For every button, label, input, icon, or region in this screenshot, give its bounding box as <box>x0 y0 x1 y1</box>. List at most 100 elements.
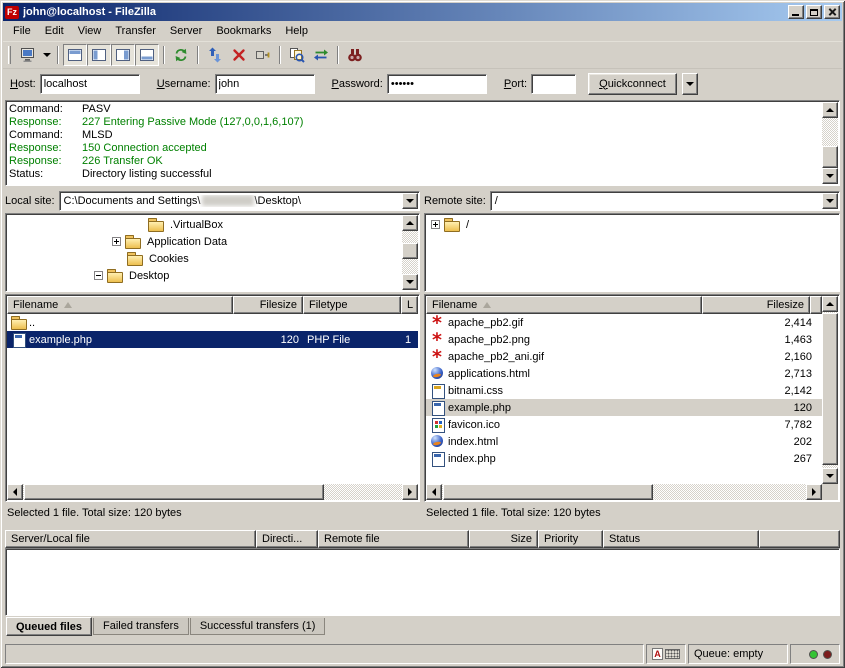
tab-queued-files[interactable]: Queued files <box>6 617 92 636</box>
remote-site-label: Remote site: <box>424 195 486 207</box>
toggle-local-tree-button[interactable] <box>87 44 111 66</box>
directory-comparison-button[interactable] <box>285 44 309 66</box>
password-input[interactable] <box>387 74 487 94</box>
file-row[interactable]: favicon.ico 7,782 <box>426 416 822 433</box>
close-button[interactable] <box>824 5 840 19</box>
port-input[interactable] <box>531 74 576 94</box>
log-scrollbar[interactable] <box>822 102 838 184</box>
host-input[interactable] <box>40 74 140 94</box>
window-title: john@localhost - FileZilla <box>23 6 784 18</box>
minimize-button[interactable] <box>788 5 804 19</box>
file-row-selected[interactable]: example.php 120 <box>426 399 822 416</box>
tree-item[interactable]: Cookies <box>8 250 417 267</box>
menu-bookmarks[interactable]: Bookmarks <box>209 23 278 39</box>
process-queue-button[interactable] <box>203 44 227 66</box>
file-row[interactable]: apache_pb2.gif 2,414 <box>426 314 822 331</box>
menu-server[interactable]: Server <box>163 23 209 39</box>
column-header-lastmodified[interactable]: L <box>401 296 418 314</box>
tab-successful-transfers[interactable]: Successful transfers (1) <box>190 618 326 635</box>
column-header-priority[interactable]: Priority <box>538 530 603 548</box>
column-header-direction[interactable]: Directi... <box>256 530 318 548</box>
quickconnect-button[interactable]: Quickconnect <box>588 73 677 95</box>
file-row[interactable]: apache_pb2.png 1,463 <box>426 331 822 348</box>
filezilla-window: john@localhost - FileZilla File Edit Vie… <box>0 0 845 668</box>
port-label: Port: <box>504 78 527 90</box>
local-site-label: Local site: <box>5 195 55 207</box>
arrow-left-icon <box>432 488 436 496</box>
scroll-right-button[interactable] <box>402 484 418 500</box>
scroll-down-button[interactable] <box>402 274 418 290</box>
menu-file[interactable]: File <box>6 23 38 39</box>
toggle-message-log-button[interactable] <box>63 44 87 66</box>
filesize-cell: 2,160 <box>706 348 816 365</box>
collapse-icon[interactable] <box>94 271 103 280</box>
menu-edit[interactable]: Edit <box>38 23 71 39</box>
remote-site-dropdown-button[interactable] <box>822 193 838 209</box>
refresh-button[interactable] <box>169 44 193 66</box>
scroll-thumb[interactable] <box>822 313 838 465</box>
tab-failed-transfers[interactable]: Failed transfers <box>93 618 189 635</box>
expand-icon[interactable] <box>112 237 121 246</box>
remote-site-combo[interactable]: / <box>490 191 840 211</box>
maximize-button[interactable] <box>806 5 822 19</box>
find-files-button[interactable] <box>343 44 367 66</box>
menu-view[interactable]: View <box>71 23 109 39</box>
arrow-down-icon <box>406 280 414 284</box>
scroll-up-button[interactable] <box>402 215 418 231</box>
tree-item[interactable]: / <box>427 216 837 233</box>
file-row[interactable]: index.php 267 <box>426 450 822 467</box>
remote-vertical-scrollbar[interactable] <box>822 296 838 484</box>
tree-item[interactable]: .VirtualBox <box>8 216 417 233</box>
column-header-server-local-file[interactable]: Server/Local file <box>5 530 256 548</box>
column-header-filename[interactable]: Filename <box>426 296 702 314</box>
cancel-button[interactable] <box>227 44 251 66</box>
scroll-up-button[interactable] <box>822 296 838 312</box>
titlebar[interactable]: john@localhost - FileZilla <box>3 3 842 21</box>
site-manager-button[interactable] <box>16 44 40 66</box>
log-line: Response:226 Transfer OK <box>9 155 819 168</box>
username-input[interactable] <box>215 74 315 94</box>
local-horizontal-scrollbar[interactable] <box>7 484 418 500</box>
quickconnect-dropdown-button[interactable] <box>682 73 698 95</box>
tree-item[interactable]: Desktop <box>8 267 417 284</box>
scroll-down-button[interactable] <box>822 468 838 484</box>
scroll-down-button[interactable] <box>822 168 838 184</box>
column-header-filesize[interactable]: Filesize <box>702 296 810 314</box>
column-header-status[interactable]: Status <box>603 530 759 548</box>
remote-horizontal-scrollbar[interactable] <box>426 484 822 500</box>
scroll-thumb[interactable] <box>822 146 838 168</box>
file-row[interactable]: apache_pb2_ani.gif 2,160 <box>426 348 822 365</box>
activity-panel <box>790 644 840 664</box>
local-site-combo[interactable]: C:\Documents and Settings\\Desktop\ <box>59 191 420 211</box>
file-row-selected[interactable]: example.php 120 PHP File 1 <box>7 331 418 348</box>
menu-help[interactable]: Help <box>278 23 315 39</box>
column-header-filesize[interactable]: Filesize <box>233 296 303 314</box>
toggle-remote-tree-button[interactable] <box>111 44 135 66</box>
synchronized-browsing-button[interactable] <box>309 44 333 66</box>
tree-item[interactable]: Application Data <box>8 233 417 250</box>
column-header-remote-file[interactable]: Remote file <box>318 530 469 548</box>
toggle-transfer-queue-button[interactable] <box>135 44 159 66</box>
scroll-thumb[interactable] <box>402 243 418 259</box>
scroll-left-button[interactable] <box>426 484 442 500</box>
column-header-filetype[interactable]: Filetype <box>303 296 401 314</box>
site-manager-dropdown-button[interactable] <box>40 44 53 66</box>
menu-transfer[interactable]: Transfer <box>108 23 163 39</box>
expand-icon[interactable] <box>431 220 440 229</box>
column-header-filename[interactable]: Filename <box>7 296 233 314</box>
column-header-size[interactable]: Size <box>469 530 538 548</box>
remote-tree-icon <box>115 47 131 63</box>
local-tree-scrollbar[interactable] <box>402 215 418 290</box>
scroll-left-button[interactable] <box>7 484 23 500</box>
file-row[interactable]: index.html 202 <box>426 433 822 450</box>
scroll-thumb[interactable] <box>443 484 653 500</box>
file-row[interactable]: bitnami.css 2,142 <box>426 382 822 399</box>
disconnect-button[interactable] <box>251 44 275 66</box>
file-row[interactable]: applications.html 2,713 <box>426 365 822 382</box>
scroll-right-button[interactable] <box>806 484 822 500</box>
scroll-up-button[interactable] <box>822 102 838 118</box>
scroll-thumb[interactable] <box>24 484 324 500</box>
file-row-parent-dir[interactable]: .. <box>7 314 418 331</box>
local-file-list: Filename Filesize Filetype L .. example.… <box>5 294 420 502</box>
local-site-dropdown-button[interactable] <box>402 193 418 209</box>
